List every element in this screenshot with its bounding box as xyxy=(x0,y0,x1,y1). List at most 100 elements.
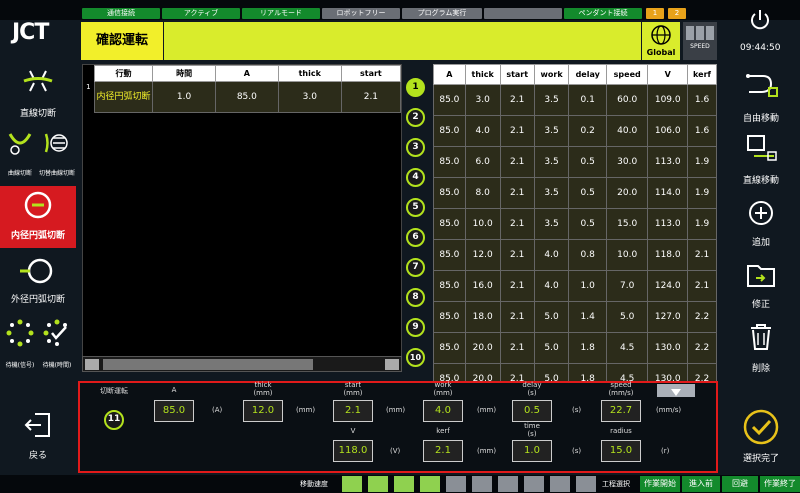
field-v-input[interactable]: 118.0 xyxy=(333,440,373,462)
row-start: 2.1 xyxy=(340,81,402,113)
row-select-7[interactable]: 7 xyxy=(406,258,425,277)
table-cell: 114.0 xyxy=(647,177,689,209)
modify-label: 修正 xyxy=(751,300,770,310)
status-pendant: ペンダント接続 xyxy=(564,8,642,19)
row-select-6[interactable]: 6 xyxy=(406,228,425,247)
table-row[interactable]: 85.0 16.0 2.1 4.0 1.0 7.0 124.0 2.1 xyxy=(433,270,717,302)
linear-move-icon xyxy=(747,135,777,161)
row-number: 1 xyxy=(83,81,95,113)
row-select-2[interactable]: 2 xyxy=(406,108,425,127)
field-radius-input[interactable]: 15.0 xyxy=(601,440,641,462)
back-button[interactable]: 戻る xyxy=(0,410,76,466)
field-a-input[interactable]: 85.0 xyxy=(154,400,194,422)
table-cell: 20.0 xyxy=(605,177,649,209)
curve-cut-icon xyxy=(8,133,32,155)
table-row[interactable]: 85.0 6.0 2.1 3.5 0.5 30.0 113.0 1.9 xyxy=(433,146,717,178)
power-icon[interactable] xyxy=(749,8,771,32)
table-cell: 4.0 xyxy=(464,115,501,147)
field-time-input[interactable]: 1.0 xyxy=(512,440,552,462)
scroll-right-button[interactable] xyxy=(385,359,399,370)
outer-arc-cut-button[interactable]: 外径円弧切断 xyxy=(0,256,76,312)
field-kerf-label: kerf xyxy=(436,427,450,435)
table-row[interactable]: 85.0 10.0 2.1 3.5 0.5 15.0 113.0 1.9 xyxy=(433,208,717,240)
field-work-input[interactable]: 4.0 xyxy=(423,400,463,422)
table-row[interactable]: 85.0 8.0 2.1 3.5 0.5 20.0 114.0 1.9 xyxy=(433,177,717,209)
panel-title: 切断運転 xyxy=(100,387,128,395)
scroll-left-button[interactable] xyxy=(85,359,99,370)
scroll-thumb[interactable] xyxy=(103,359,313,370)
horizontal-scrollbar[interactable] xyxy=(82,356,402,372)
col-a: A xyxy=(433,64,466,85)
row-select-3[interactable]: 3 xyxy=(406,138,425,157)
speed-step[interactable] xyxy=(342,476,362,492)
speed-step[interactable] xyxy=(498,476,518,492)
table-cell: 2.1 xyxy=(499,177,535,209)
status-robot-free: ロボットフリー xyxy=(322,8,400,19)
row-select-8[interactable]: 8 xyxy=(406,288,425,307)
speed-step[interactable] xyxy=(368,476,388,492)
table-cell: 60.0 xyxy=(605,84,649,116)
collapse-dropdown-button[interactable] xyxy=(657,384,695,397)
table-cell: 2.1 xyxy=(499,84,535,116)
speed-step[interactable] xyxy=(394,476,414,492)
table-row[interactable]: 85.0 12.0 2.1 4.0 0.8 10.0 118.0 2.1 xyxy=(433,239,717,271)
table-row[interactable]: 85.0 18.0 2.1 5.0 1.4 5.0 127.0 2.2 xyxy=(433,301,717,333)
table-cell: 85.0 xyxy=(433,301,466,333)
table-cell: 5.0 xyxy=(533,332,570,364)
row-select-4[interactable]: 4 xyxy=(406,168,425,187)
straight-cut-button[interactable]: 直線切断 xyxy=(0,66,76,122)
row-select-5[interactable]: 5 xyxy=(406,198,425,217)
table-cell: 1.8 xyxy=(568,332,607,364)
add-button[interactable]: 追加 xyxy=(730,198,792,254)
field-speed-input[interactable]: 22.7 xyxy=(601,400,641,422)
speed-step[interactable] xyxy=(446,476,466,492)
table-row[interactable]: 1 内径円弧切断 1.0 85.0 3.0 2.1 xyxy=(83,81,402,113)
free-move-button[interactable]: 自由移動 xyxy=(730,70,792,126)
row-select-1[interactable]: 1 xyxy=(406,78,425,97)
field-work-unit: (mm) xyxy=(477,406,497,414)
field-kerf-input[interactable]: 2.1 xyxy=(423,440,463,462)
table-row[interactable]: 85.0 3.0 2.1 3.5 0.1 60.0 109.0 1.6 xyxy=(433,84,717,116)
field-start-input[interactable]: 2.1 xyxy=(333,400,373,422)
wait-signal-button[interactable]: 待機(信号) xyxy=(2,318,38,374)
retreat-button[interactable]: 回避 xyxy=(722,476,758,492)
table-cell: 130.0 xyxy=(647,332,689,364)
delete-button[interactable]: 削除 xyxy=(730,322,792,378)
speed-step[interactable] xyxy=(420,476,440,492)
wait-time-button[interactable]: 待機(時間) xyxy=(38,318,76,374)
row-select-9[interactable]: 9 xyxy=(406,318,425,337)
wait-time-label: 待機(時間) xyxy=(42,362,72,369)
table-row[interactable]: 85.0 20.0 2.1 5.0 1.8 4.5 130.0 2.2 xyxy=(433,332,717,364)
inner-arc-cut-button[interactable]: 内径円弧切断 xyxy=(0,186,76,248)
field-delay-unit: (s) xyxy=(572,406,582,414)
table-cell: 8.0 xyxy=(464,177,501,209)
table-row[interactable]: 85.0 4.0 2.1 3.5 0.2 40.0 106.0 1.6 xyxy=(433,115,717,147)
curve-cut-button[interactable]: 曲線切断 xyxy=(2,130,38,180)
table-cell: 10.0 xyxy=(464,208,501,240)
table-cell: 2.2 xyxy=(687,332,717,364)
speed-step[interactable] xyxy=(550,476,570,492)
table-cell: 6.0 xyxy=(464,146,501,178)
speed-step[interactable] xyxy=(576,476,596,492)
speed-step[interactable] xyxy=(472,476,492,492)
table-cell: 5.0 xyxy=(533,301,570,333)
speed-indicator: SPEED xyxy=(683,22,717,60)
field-delay-input[interactable]: 0.5 xyxy=(512,400,552,422)
status-real-mode: リアルモード xyxy=(242,8,320,19)
table-cell: 1.0 xyxy=(568,270,607,302)
start-work-button[interactable]: 作業開始 xyxy=(640,476,680,492)
tangent-curve-cut-button[interactable]: 切替曲線切断 xyxy=(38,130,76,180)
speed-step[interactable] xyxy=(524,476,544,492)
end-work-button[interactable]: 作業終了 xyxy=(760,476,800,492)
speed-label: SPEED xyxy=(690,43,710,50)
select-done-button[interactable]: 選択完了 xyxy=(730,408,792,468)
field-thick-input[interactable]: 12.0 xyxy=(243,400,283,422)
table-cell: 85.0 xyxy=(433,84,466,116)
global-button[interactable]: Global xyxy=(642,22,680,60)
table-cell: 2.1 xyxy=(499,208,535,240)
modify-button[interactable]: 修正 xyxy=(730,260,792,316)
status-program-run: プログラム実行 xyxy=(402,8,482,19)
row-select-10[interactable]: 10 xyxy=(406,348,425,367)
linear-move-button[interactable]: 直線移動 xyxy=(730,132,792,188)
approach-button[interactable]: 進入前 xyxy=(682,476,720,492)
